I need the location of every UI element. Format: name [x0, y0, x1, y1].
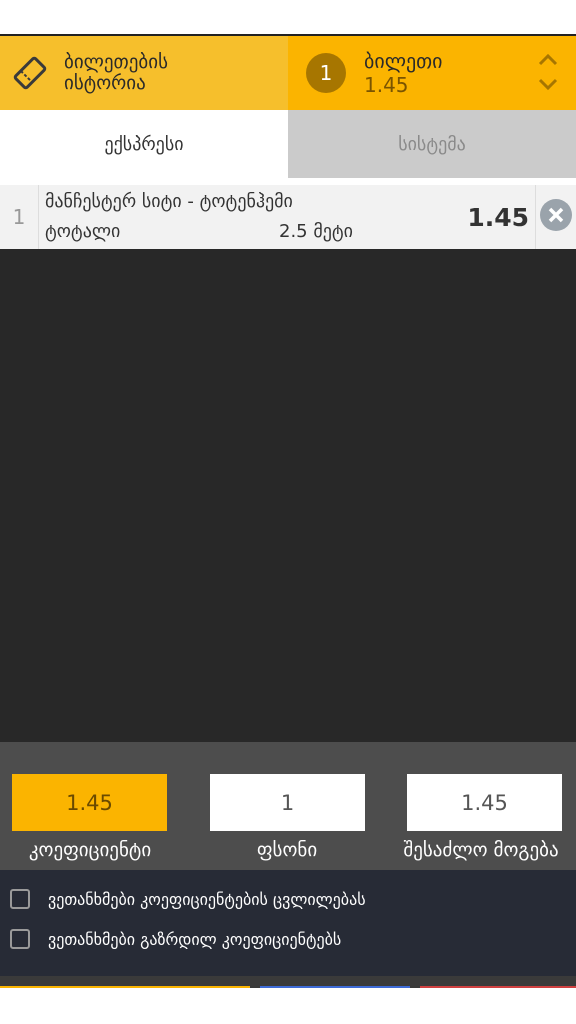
close-icon	[539, 198, 573, 236]
odds-display: 1.45	[12, 774, 167, 831]
ticket-label: ბილეთი	[364, 49, 443, 73]
bet-odds: 1.45	[467, 203, 529, 232]
possible-win-label: შესაძლო მოგება	[403, 839, 559, 861]
stake-label: ფსონი	[256, 839, 318, 861]
remove-bet-button[interactable]	[535, 185, 576, 249]
bet-type-tabs: ექსპრესი სისტემა	[0, 110, 576, 178]
divider	[0, 178, 576, 185]
tab-system[interactable]: სისტემა	[288, 110, 576, 178]
bet-selection: 2.5 მეტი	[279, 221, 353, 242]
bet-index: 1	[0, 185, 39, 249]
ticket-count-badge: 1	[306, 53, 346, 93]
ticket-history-button[interactable]: ბილეთების ისტორია	[0, 36, 288, 110]
tab-express[interactable]: ექსპრესი	[0, 110, 288, 178]
bet-match: მანჩესტერ სიტი - ტოტენჰემი	[45, 191, 293, 212]
ticket-history-label: ბილეთების ისტორია	[64, 51, 168, 94]
agree-increased-odds-row[interactable]: ვეთანხმები გაზრდილ კოეფიციენტებს	[10, 929, 341, 949]
bottom-action-bar	[0, 976, 576, 988]
agree-increased-odds-label: ვეთანხმები გაზრდილ კოეფიციენტებს	[48, 929, 342, 949]
ticket-total-odds: 1.45	[364, 73, 409, 97]
stake-input[interactable]: 1	[210, 774, 365, 831]
agree-odds-change-checkbox[interactable]	[10, 889, 30, 909]
top-strip	[0, 0, 576, 36]
current-ticket-panel[interactable]: 1 ბილეთი 1.45	[288, 36, 576, 110]
agree-odds-change-row[interactable]: ვეთანხმები კოეფიციენტების ცვლილებას	[10, 889, 366, 909]
betslip-header: ბილეთების ისტორია 1 ბილეთი 1.45	[0, 36, 576, 110]
bet-market: ტოტალი	[45, 221, 121, 242]
possible-win-display: 1.45	[407, 774, 562, 831]
agree-odds-change-label: ვეთანხმები კოეფიციენტების ცვლილებას	[48, 889, 366, 909]
bet-row: 1 მანჩესტერ სიტი - ტოტენჰემი ტოტალი 2.5 …	[0, 185, 576, 249]
agreements-panel: ვეთანხმები კოეფიციენტების ცვლილებას ვეთა…	[0, 870, 576, 976]
bet-calculator: 1.45 1 1.45 კოეფიციენტი ფსონი შესაძლო მო…	[0, 742, 576, 870]
ticket-icon	[10, 53, 50, 93]
expand-collapse-icon[interactable]	[538, 52, 558, 94]
bottom-blank	[0, 988, 576, 1024]
empty-area	[0, 249, 576, 742]
odds-label: კოეფიციენტი	[28, 839, 152, 861]
agree-increased-odds-checkbox[interactable]	[10, 929, 30, 949]
